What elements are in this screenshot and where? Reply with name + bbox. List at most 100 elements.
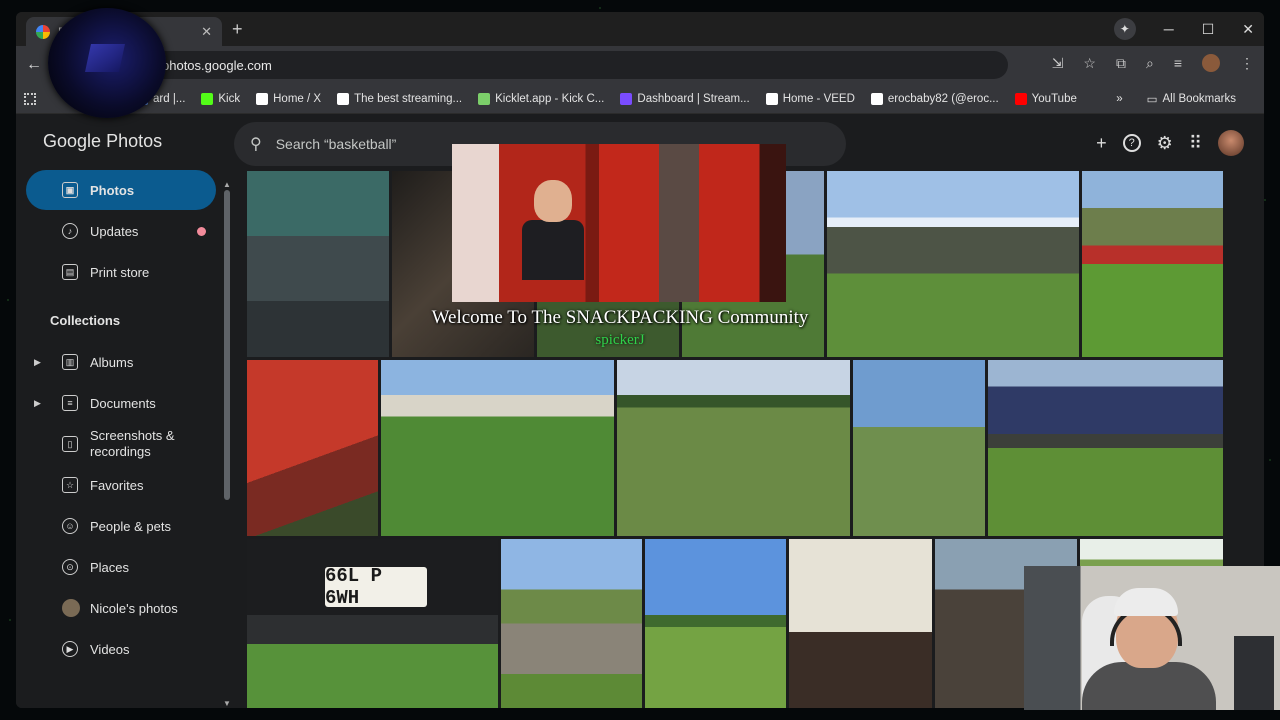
collections-heading: Collections: [50, 313, 121, 328]
bookmark-item[interactable]: Home / X: [256, 92, 322, 105]
menu-dots-icon[interactable]: ⋮: [1240, 55, 1254, 72]
sidebar-item-photos[interactable]: ▣ Photos: [26, 170, 216, 210]
bookmark-list: ard |... Kick Home / X The best streaming..…: [136, 92, 1093, 105]
expand-caret-icon[interactable]: ▶: [34, 357, 41, 368]
channel-logo-overlay: [48, 8, 166, 118]
close-window-icon[interactable]: ✕: [1242, 21, 1254, 38]
media-control-icon[interactable]: ≡: [1174, 55, 1182, 71]
photo-burned-house[interactable]: [827, 171, 1079, 357]
close-tab-icon[interactable]: ✕: [201, 24, 212, 40]
bookmark-item[interactable]: Dashboard | Stream...: [620, 92, 750, 105]
tab-search-icon[interactable]: ⌕: [1146, 55, 1154, 72]
bookmark-label: Dashboard | Stream...: [637, 92, 750, 105]
profile-avatar[interactable]: [1202, 54, 1220, 72]
logo-google: Google: [43, 131, 102, 151]
bookmark-label: Home - VEED: [782, 92, 855, 105]
apps-grid-icon[interactable]: [24, 92, 36, 105]
sidebar-item-label: Nicole's photos: [90, 600, 178, 616]
back-arrow-icon[interactable]: ←: [26, 56, 50, 74]
bell-icon: ♪: [62, 223, 78, 239]
photo-agco-tractor[interactable]: [247, 360, 378, 536]
maximize-icon[interactable]: ☐: [1202, 21, 1215, 38]
sidebar-item-print-store[interactable]: ▤ Print store: [26, 252, 216, 292]
webcam-shelf: [1234, 636, 1274, 710]
sidebar-item-screenshots-recordings[interactable]: ▯ Screenshots & recordings: [26, 424, 216, 464]
photo-red-hay-rake[interactable]: [1082, 171, 1223, 357]
sidebar-item-videos[interactable]: ▶ Videos: [26, 629, 216, 669]
photo-windshield[interactable]: [247, 171, 389, 357]
photo-flatbed-trailer[interactable]: [501, 539, 642, 708]
new-tab-button[interactable]: +: [232, 19, 243, 40]
bookmark-label: erocbaby82 (@eroc...: [887, 92, 999, 105]
sidebar-scrollbar[interactable]: ▲ ▼: [222, 180, 232, 708]
sidebar-item-label: Photos: [90, 182, 135, 198]
sidebar-item-label: Documents: [90, 395, 156, 411]
photo-sprinkler[interactable]: [853, 360, 985, 536]
photo-dog-mower[interactable]: [381, 360, 614, 536]
photo-document-labels[interactable]: [789, 539, 932, 708]
sidebar-item-people-pets[interactable]: ☺ People & pets: [26, 506, 216, 546]
google-apps-icon[interactable]: ⠿: [1189, 133, 1202, 154]
sidebar-item-places[interactable]: ⊙ Places: [26, 547, 216, 587]
bookmark-item[interactable]: The best streaming...: [337, 92, 462, 105]
sidebar-item-label: Print store: [90, 264, 150, 280]
notification-dot: [197, 226, 206, 236]
veed-icon: [765, 92, 778, 105]
sidebar-item-label: People & pets: [90, 518, 171, 534]
gp-header-actions: + ? ⚙ ⠿: [1096, 130, 1244, 156]
search-icon: ⚲: [250, 136, 262, 153]
all-bookmarks-label: All Bookmarks: [1162, 93, 1237, 105]
sidebar: ▣ Photos ♪ Updates ▤ Print store Collections …: [16, 170, 226, 708]
bookmark-item[interactable]: Kicklet.app - Kick C...: [478, 92, 604, 105]
photo-trailer-ramps[interactable]: [988, 360, 1223, 536]
search-placeholder: Search “basketball”: [275, 136, 397, 152]
google-photos-logo[interactable]: Google Photos: [43, 131, 162, 152]
bookmark-item[interactable]: YouTube: [1014, 92, 1077, 105]
webcam-cap: [1114, 588, 1178, 616]
photo-car-field[interactable]: [617, 360, 850, 536]
bookmark-label: Kick: [218, 92, 241, 105]
bookmark-star-icon[interactable]: ☆: [1083, 55, 1096, 72]
minimize-icon[interactable]: ─: [1164, 21, 1174, 37]
bookmark-label: Home / X: [273, 92, 322, 105]
clip-figure-body: [522, 220, 584, 280]
screenshot-icon: ▯: [62, 436, 78, 452]
help-icon[interactable]: ?: [1122, 134, 1141, 152]
bookmark-item[interactable]: Home - VEED: [765, 92, 855, 105]
expand-caret-icon[interactable]: ▶: [34, 398, 41, 409]
bookmark-item[interactable]: Kick: [201, 92, 241, 105]
photo-gooseneck-trailer[interactable]: [645, 539, 786, 708]
sidebar-item-albums[interactable]: ▶ ▥ Albums: [26, 342, 216, 382]
scroll-down-icon[interactable]: ▼: [223, 699, 231, 708]
welcome-video-clip: [452, 144, 786, 302]
kicklet-icon: [478, 92, 491, 105]
chevron-more-icon[interactable]: »: [1116, 93, 1122, 105]
bookmark-item[interactable]: erocbaby82 (@eroc...: [870, 92, 999, 105]
bookmark-label: ard |...: [153, 92, 186, 105]
kick-icon: [201, 92, 214, 105]
sidebar-item-nicole-s-photos[interactable]: Nicole's photos: [26, 588, 216, 628]
address-bar[interactable]: photos.google.com: [148, 51, 1008, 79]
x-icon: [256, 92, 269, 105]
install-app-icon[interactable]: ⇲: [1052, 55, 1064, 72]
webcam-overlay: [1024, 566, 1280, 710]
album-icon: ▥: [62, 354, 78, 370]
star-icon: ☆: [62, 477, 78, 493]
webcam-shirt: [1082, 662, 1216, 710]
bookmarks-right: » ▭ All Bookmarks: [1116, 92, 1252, 106]
create-plus-icon[interactable]: +: [1096, 133, 1107, 154]
photo-license-plate[interactable]: 66L P 6WH: [247, 539, 498, 708]
gemini-icon[interactable]: ✦: [1113, 18, 1136, 40]
license-plate-text: 66L P 6WH: [325, 565, 427, 609]
bookmarks-bar: ard |... Kick Home / X The best streaming..…: [16, 84, 1264, 114]
account-avatar[interactable]: [1218, 130, 1244, 156]
sidebar-item-updates[interactable]: ♪ Updates: [26, 211, 216, 251]
all-bookmarks[interactable]: ▭ All Bookmarks: [1147, 92, 1236, 106]
sidebar-item-documents[interactable]: ▶ ≡ Documents: [26, 383, 216, 423]
settings-gear-icon[interactable]: ⚙: [1157, 133, 1173, 154]
scroll-up-icon[interactable]: ▲: [223, 180, 231, 189]
scrollbar-thumb[interactable]: [224, 190, 230, 500]
extensions-icon[interactable]: ⧉: [1116, 55, 1126, 72]
sidebar-item-favorites[interactable]: ☆ Favorites: [26, 465, 216, 505]
url-text: photos.google.com: [162, 57, 272, 73]
